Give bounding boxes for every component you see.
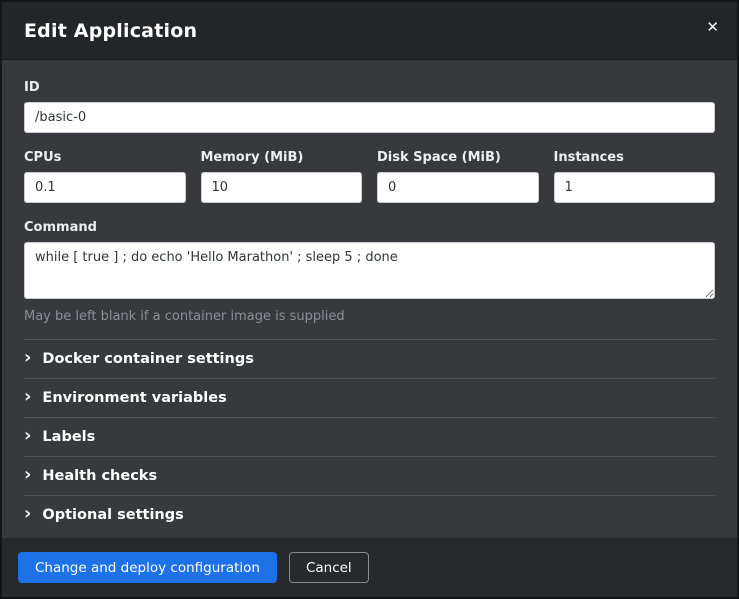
- disk-label: Disk Space (MiB): [377, 150, 539, 165]
- command-label: Command: [24, 220, 715, 235]
- modal-body: ID CPUs Memory (MiB) Disk Space (MiB) In…: [2, 60, 737, 537]
- disk-input[interactable]: [377, 172, 539, 203]
- section-environment-variables[interactable]: › Environment variables: [24, 378, 715, 417]
- section-label: Docker container settings: [42, 351, 253, 367]
- chevron-right-icon: ›: [24, 390, 31, 404]
- id-label: ID: [24, 80, 715, 95]
- section-health-checks[interactable]: › Health checks: [24, 456, 715, 495]
- section-label: Health checks: [42, 468, 157, 484]
- disk-field-group: Disk Space (MiB): [377, 150, 539, 203]
- command-textarea[interactable]: while [ true ] ; do echo 'Hello Marathon…: [24, 242, 715, 299]
- close-icon[interactable]: ✕: [702, 16, 723, 39]
- edit-application-modal: Edit Application ✕ ID CPUs Memory (MiB) …: [0, 0, 739, 599]
- section-optional-settings[interactable]: › Optional settings: [24, 495, 715, 534]
- memory-input[interactable]: [201, 172, 363, 203]
- section-label: Environment variables: [42, 390, 226, 406]
- section-docker-container-settings[interactable]: › Docker container settings: [24, 339, 715, 378]
- cancel-button[interactable]: Cancel: [289, 552, 369, 583]
- command-field-group: Command while [ true ] ; do echo 'Hello …: [24, 220, 715, 324]
- section-label: Labels: [42, 429, 95, 445]
- collapsible-sections: › Docker container settings › Environmen…: [24, 339, 715, 534]
- chevron-right-icon: ›: [24, 507, 31, 521]
- resource-fields-row: CPUs Memory (MiB) Disk Space (MiB) Insta…: [24, 150, 715, 203]
- cpus-label: CPUs: [24, 150, 186, 165]
- memory-field-group: Memory (MiB): [201, 150, 363, 203]
- modal-header: Edit Application ✕: [2, 2, 737, 60]
- section-label: Optional settings: [42, 507, 183, 523]
- chevron-right-icon: ›: [24, 429, 31, 443]
- memory-label: Memory (MiB): [201, 150, 363, 165]
- instances-label: Instances: [554, 150, 716, 165]
- instances-field-group: Instances: [554, 150, 716, 203]
- change-and-deploy-button[interactable]: Change and deploy configuration: [18, 552, 277, 583]
- cpus-input[interactable]: [24, 172, 186, 203]
- cpus-field-group: CPUs: [24, 150, 186, 203]
- id-field-group: ID: [24, 80, 715, 133]
- chevron-right-icon: ›: [24, 468, 31, 482]
- section-labels[interactable]: › Labels: [24, 417, 715, 456]
- instances-input[interactable]: [554, 172, 716, 203]
- modal-footer: Change and deploy configuration Cancel: [2, 537, 737, 597]
- page-title: Edit Application: [24, 20, 715, 42]
- chevron-right-icon: ›: [24, 351, 31, 365]
- command-help-text: May be left blank if a container image i…: [24, 309, 715, 324]
- id-input[interactable]: [24, 102, 715, 133]
